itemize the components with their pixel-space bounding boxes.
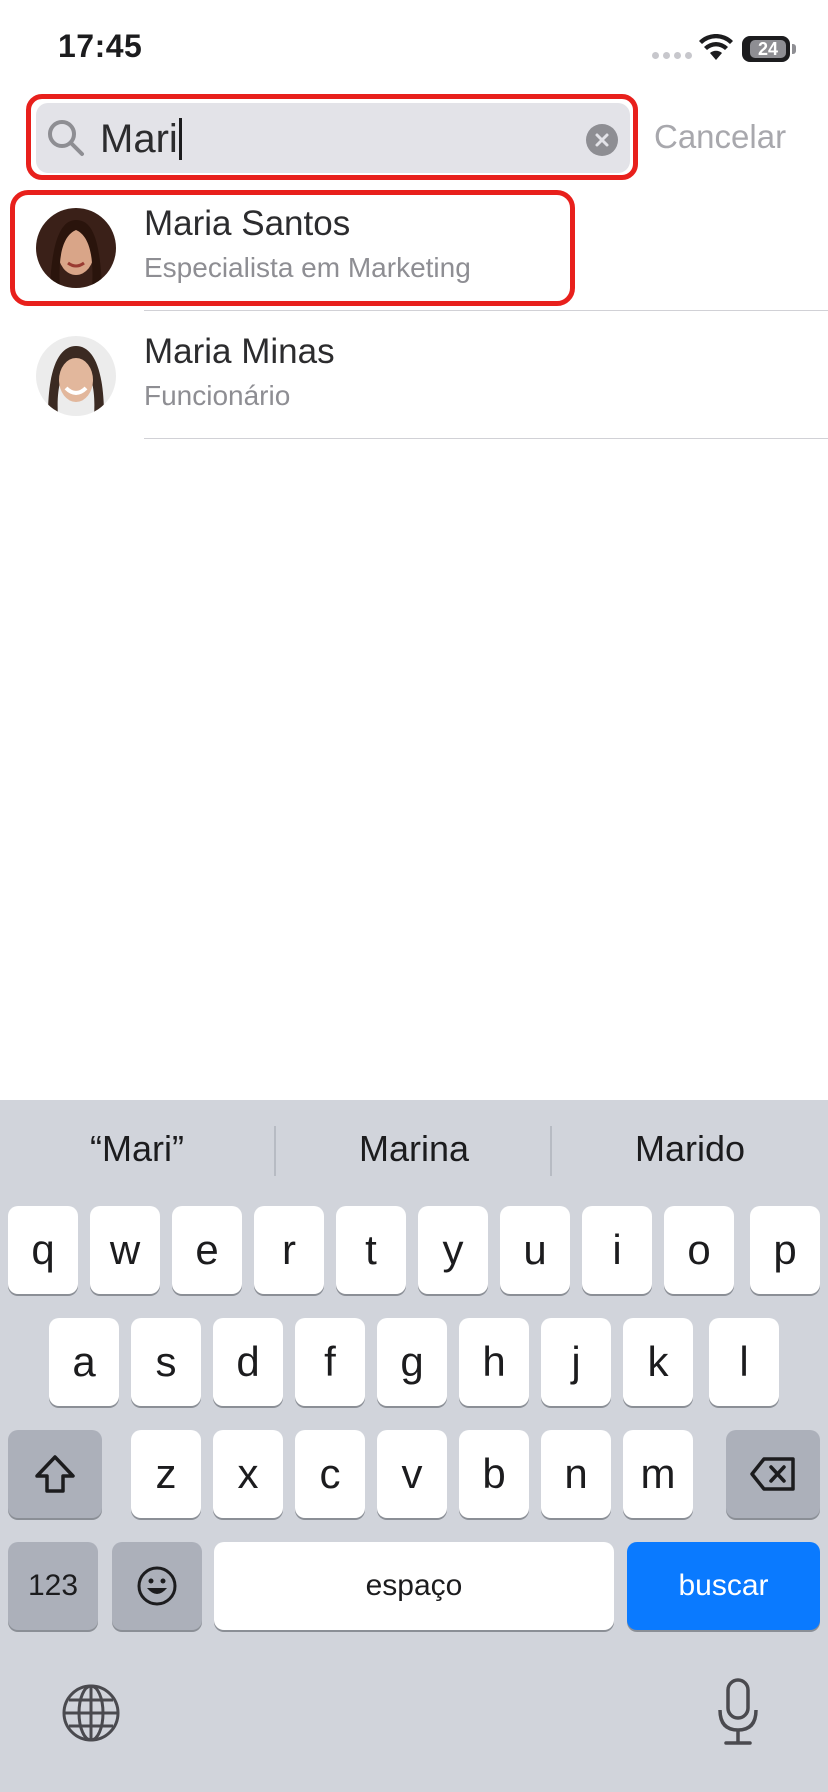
key-d[interactable]: d [213,1318,283,1406]
avatar [36,336,116,416]
key-j[interactable]: j [541,1318,611,1406]
status-time: 17:45 [58,28,143,64]
key-x[interactable]: x [213,1430,283,1518]
shift-key[interactable] [8,1430,102,1518]
key-l[interactable]: l [709,1318,779,1406]
key-n[interactable]: n [541,1430,611,1518]
result-highlight-box [10,190,575,306]
key-b[interactable]: b [459,1430,529,1518]
suggestion-1[interactable]: “Mari” [2,1128,272,1170]
divider [144,438,828,439]
key-w[interactable]: w [90,1206,160,1294]
result-item-maria-minas[interactable] [0,312,828,438]
key-e[interactable]: e [172,1206,242,1294]
emoji-icon [137,1566,177,1606]
microphone-icon[interactable] [714,1676,762,1748]
divider [144,310,828,311]
key-k[interactable]: k [623,1318,693,1406]
key-v[interactable]: v [377,1430,447,1518]
search-highlight-box [26,94,638,180]
key-y[interactable]: y [418,1206,488,1294]
search-key[interactable]: buscar [627,1542,820,1630]
key-o[interactable]: o [664,1206,734,1294]
globe-icon[interactable] [60,1682,122,1744]
numbers-key[interactable]: 123 [8,1542,98,1630]
key-c[interactable]: c [295,1430,365,1518]
delete-icon [750,1457,795,1491]
key-g[interactable]: g [377,1318,447,1406]
suggestion-separator [550,1126,552,1176]
battery-level: 24 [750,40,786,58]
key-m[interactable]: m [623,1430,693,1518]
key-r[interactable]: r [254,1206,324,1294]
key-f[interactable]: f [295,1318,365,1406]
suggestion-2[interactable]: Marina [279,1128,549,1170]
key-p[interactable]: p [750,1206,820,1294]
battery-tip [792,44,796,54]
space-key[interactable]: espaço [214,1542,614,1630]
key-u[interactable]: u [500,1206,570,1294]
result-subtitle: Funcionário [144,380,291,411]
cellular-signal-icon [652,52,692,60]
suggestion-separator [274,1126,276,1176]
key-t[interactable]: t [336,1206,406,1294]
shift-icon [35,1455,75,1493]
key-z[interactable]: z [131,1430,201,1518]
result-name: Maria Minas [144,332,335,371]
suggestion-3[interactable]: Marido [555,1128,825,1170]
battery-icon: 24 [742,36,790,62]
key-q[interactable]: q [8,1206,78,1294]
key-h[interactable]: h [459,1318,529,1406]
key-a[interactable]: a [49,1318,119,1406]
emoji-key[interactable] [112,1542,202,1630]
key-i[interactable]: i [582,1206,652,1294]
delete-key[interactable] [726,1430,820,1518]
cancel-button[interactable]: Cancelar [654,118,786,156]
key-s[interactable]: s [131,1318,201,1406]
wifi-icon [699,34,733,60]
